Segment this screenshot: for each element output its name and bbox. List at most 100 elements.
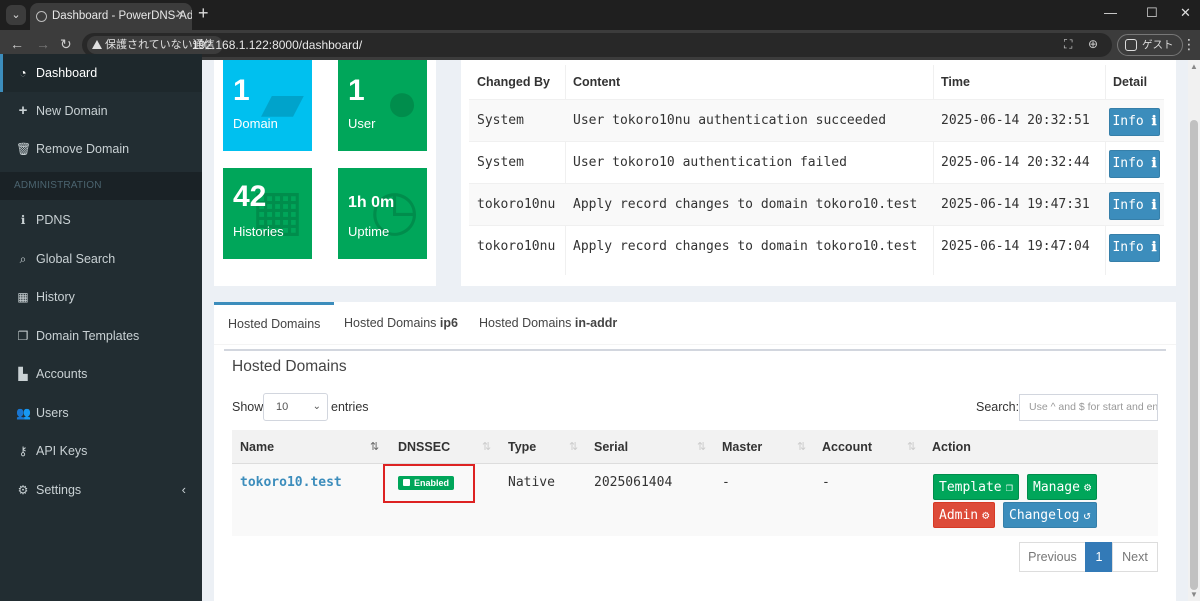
stat-user[interactable]: ● 1 User bbox=[338, 60, 427, 151]
sidebar-item-history[interactable]: ▦ History bbox=[0, 278, 202, 316]
col-header-serial[interactable]: Serial bbox=[586, 430, 628, 464]
url-box[interactable]: 保護されていない通信 192.168.1.122:8000/dashboard/… bbox=[82, 33, 1112, 57]
section-border bbox=[224, 349, 1166, 351]
tab-hosted-domains[interactable]: Hosted Domains bbox=[214, 302, 335, 344]
info-button[interactable]: Info ℹ bbox=[1109, 234, 1160, 262]
domain-type: Native bbox=[508, 475, 555, 490]
time: 2025-06-14 20:32:44 bbox=[941, 155, 1090, 170]
info-button-label: Info bbox=[1112, 114, 1144, 129]
sidebar-item-label: Dashboard bbox=[36, 66, 98, 80]
admin-button[interactable]: Admin ⚙ bbox=[933, 502, 996, 528]
sidebar-item-dashboard[interactable]: ◔ Dashboard bbox=[0, 54, 202, 92]
stat-uptime[interactable]: ◷ 1h 0m Uptime bbox=[338, 168, 427, 259]
col-header-type[interactable]: Type bbox=[500, 430, 536, 464]
back-icon[interactable]: ← bbox=[10, 36, 24, 52]
col-header-dnssec[interactable]: DNSSEC bbox=[390, 430, 450, 464]
users-icon: 👥 bbox=[16, 406, 31, 420]
tab-hosted-domains-in-addr[interactable]: Hosted Domains in-addr bbox=[465, 302, 631, 344]
dnssec-badge[interactable]: Enabled bbox=[398, 476, 455, 490]
sidebar-item-remove-domain[interactable]: 🗑 Remove Domain bbox=[0, 130, 202, 168]
sidebar-item-settings[interactable]: ⚙ Settings ‹ bbox=[0, 471, 202, 509]
tab-label-bold: ip6 bbox=[439, 316, 458, 330]
pagination-next[interactable]: Next bbox=[1112, 542, 1158, 572]
history-icon: ↺ bbox=[1083, 508, 1091, 522]
minimize-icon[interactable]: — bbox=[1104, 5, 1117, 20]
template-button[interactable]: Template ❐ bbox=[933, 474, 1019, 500]
sidebar-item-domain-templates[interactable]: ❐ Domain Templates bbox=[0, 317, 202, 355]
stat-label: Histories bbox=[233, 224, 284, 239]
info-icon: ℹ bbox=[1151, 114, 1157, 129]
sidebar-item-global-search[interactable]: ⌕ Global Search bbox=[0, 240, 202, 278]
sidebar: ◔ Dashboard + New Domain 🗑 Remove Domain… bbox=[0, 54, 202, 601]
tab-search-icon[interactable]: ⌄ bbox=[6, 5, 26, 25]
tab-label: Hosted Domains bbox=[344, 316, 440, 330]
clone-icon: ❐ bbox=[1005, 480, 1013, 494]
scroll-up-icon[interactable]: ▲ bbox=[1190, 62, 1198, 71]
stat-value: 42 bbox=[233, 180, 267, 213]
scroll-down-icon[interactable]: ▼ bbox=[1190, 590, 1198, 599]
cog-icon: ⚙ bbox=[982, 508, 990, 522]
sidebar-item-new-domain[interactable]: + New Domain bbox=[0, 92, 202, 130]
sidebar-item-label: History bbox=[36, 290, 75, 304]
pagination-previous[interactable]: Previous bbox=[1019, 542, 1086, 572]
info-icon: ℹ bbox=[1151, 156, 1157, 171]
sidebar-item-accounts[interactable]: ▙ Accounts bbox=[0, 355, 202, 393]
clone-icon: ❐ bbox=[17, 329, 29, 343]
warning-icon bbox=[92, 40, 102, 49]
zoom-icon[interactable]: ⊕ bbox=[1088, 37, 1098, 51]
users-icon: ● bbox=[385, 70, 419, 133]
history-table: Changed By Content Time Detail System Us… bbox=[469, 65, 1164, 275]
browser-tab[interactable]: Dashboard - PowerDNS-Admin bbox=[30, 3, 192, 30]
calendar-icon: ▦ bbox=[17, 290, 29, 304]
more-menu-icon[interactable]: ⋮ bbox=[1182, 36, 1196, 53]
profile-icon bbox=[1125, 39, 1137, 51]
sidebar-item-label: Accounts bbox=[36, 367, 88, 381]
info-button[interactable]: Info ℹ bbox=[1109, 108, 1160, 136]
table-row: System User tokoro10 authentication fail… bbox=[469, 141, 1164, 183]
sidebar-item-label: PDNS bbox=[36, 213, 71, 227]
table-row: System User tokoro10nu authentication su… bbox=[469, 99, 1164, 141]
scrollbar-thumb[interactable] bbox=[1190, 120, 1198, 590]
pagination-page-1[interactable]: 1 bbox=[1085, 542, 1113, 572]
time: 2025-06-14 20:32:51 bbox=[941, 113, 1090, 128]
sidebar-item-pdns[interactable]: ℹ PDNS bbox=[0, 201, 202, 239]
sort-icon: ⇅ bbox=[569, 441, 579, 453]
stat-histories[interactable]: ▦ 42 Histories bbox=[223, 168, 312, 259]
col-header-account[interactable]: Account bbox=[814, 430, 872, 464]
info-button-label: Info bbox=[1112, 198, 1144, 213]
changelog-button[interactable]: Changelog ↺ bbox=[1003, 502, 1097, 528]
manage-button[interactable]: Manage ⚙ bbox=[1027, 474, 1098, 500]
page-scrollbar[interactable]: ▲ ▼ bbox=[1188, 60, 1200, 601]
section-title: Hosted Domains bbox=[232, 358, 347, 375]
search-input[interactable]: Use ^ and $ for start and end bbox=[1019, 394, 1158, 421]
page-size-select[interactable]: 10 ⌄ bbox=[263, 393, 328, 421]
col-header-name[interactable]: Name bbox=[232, 430, 274, 464]
sidebar-item-users[interactable]: 👥 Users bbox=[0, 394, 202, 432]
col-header-master[interactable]: Master bbox=[714, 430, 762, 464]
globe-icon bbox=[36, 11, 47, 22]
info-button[interactable]: Info ℹ bbox=[1109, 150, 1160, 178]
reload-icon[interactable]: ↻ bbox=[60, 36, 72, 53]
tab-label-bold: in-addr bbox=[574, 316, 618, 330]
content: Apply record changes to domain tokoro10.… bbox=[573, 197, 918, 212]
plus-icon: + bbox=[18, 102, 28, 119]
stat-domain[interactable]: ▰ 1 Domain bbox=[223, 60, 312, 151]
translate-icon[interactable]: ⛶ bbox=[1064, 37, 1072, 52]
sort-icon: ⇅ bbox=[697, 441, 707, 453]
domain-serial: 2025061404 bbox=[594, 475, 673, 490]
profile-button[interactable]: ゲスト bbox=[1117, 34, 1183, 56]
forward-icon[interactable]: → bbox=[36, 36, 50, 52]
tab-close-icon[interactable]: × bbox=[176, 5, 184, 21]
template-label: Template bbox=[939, 480, 1002, 495]
tab-title: Dashboard - PowerDNS-Admin bbox=[52, 10, 192, 22]
sidebar-item-label: Remove Domain bbox=[36, 142, 130, 156]
info-button[interactable]: Info ℹ bbox=[1109, 192, 1160, 220]
close-window-icon[interactable]: ✕ bbox=[1180, 5, 1191, 21]
new-tab-icon[interactable]: + bbox=[198, 3, 209, 24]
maximize-icon[interactable]: ☐ bbox=[1146, 5, 1158, 21]
sidebar-item-api-keys[interactable]: ⚷ API Keys bbox=[0, 432, 202, 470]
time: 2025-06-14 19:47:31 bbox=[941, 197, 1090, 212]
tab-hosted-domains-ip6[interactable]: Hosted Domains ip6 bbox=[330, 302, 472, 344]
domain-name-link[interactable]: tokoro10.test bbox=[232, 475, 342, 490]
changed-by: System bbox=[477, 155, 524, 170]
